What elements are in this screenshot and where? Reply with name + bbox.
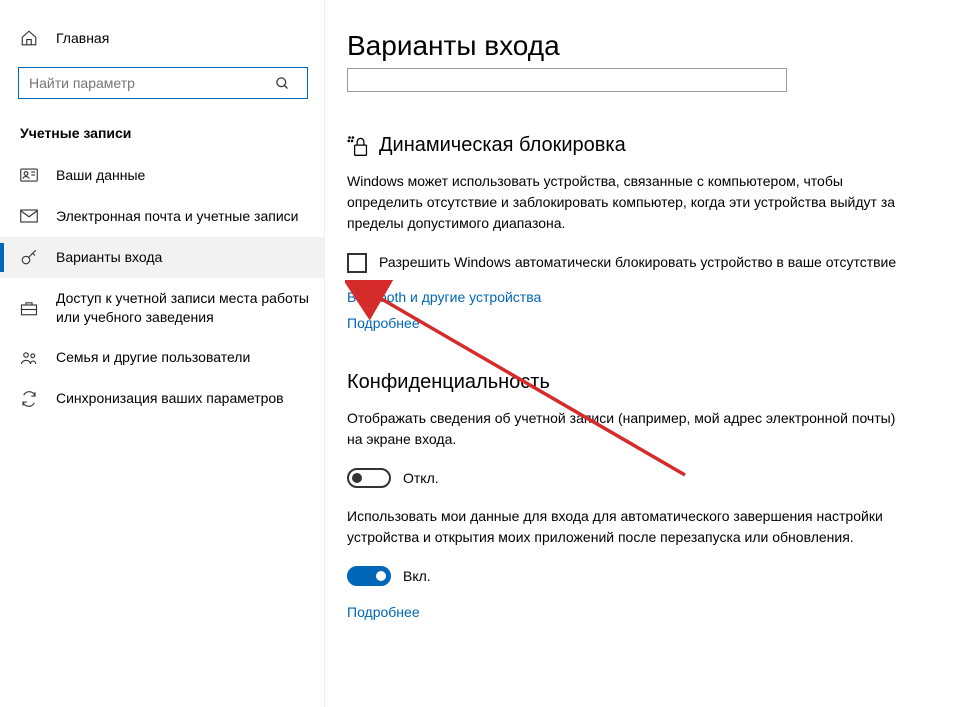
privacy-use-signin-toggle-row: Вкл. <box>347 566 932 586</box>
sidebar-item-label: Ваши данные <box>56 166 314 185</box>
sidebar-nav: Ваши данные Электронная почта и учетные … <box>0 155 324 419</box>
privacy-use-signin-toggle[interactable] <box>347 566 391 586</box>
privacy-use-signin-desc: Использовать мои данные для входа для ав… <box>347 506 907 548</box>
dynamic-lock-description: Windows может использовать устройства, с… <box>347 171 907 234</box>
sidebar-item-work-school[interactable]: Доступ к учетной записи места работы или… <box>0 278 324 338</box>
sidebar-item-label: Варианты входа <box>56 248 314 267</box>
dynamic-lock-checkbox[interactable] <box>347 253 367 273</box>
sidebar-item-signin-options[interactable]: Варианты входа <box>0 237 324 278</box>
sidebar-item-label: Электронная почта и учетные записи <box>56 207 314 226</box>
sidebar-group-title: Учетные записи <box>18 119 324 155</box>
dynamic-lock-more-link[interactable]: Подробнее <box>347 315 932 331</box>
privacy-heading: Конфиденциальность <box>347 371 932 394</box>
dynamic-lock-icon <box>347 135 369 157</box>
page-title: Варианты входа <box>347 30 932 62</box>
privacy-show-account-toggle[interactable] <box>347 468 391 488</box>
dynamic-lock-heading: Динамическая блокировка <box>347 134 932 157</box>
sidebar-item-email-accounts[interactable]: Электронная почта и учетные записи <box>0 196 324 237</box>
privacy-show-account-desc: Отображать сведения об учетной записи (н… <box>347 408 907 450</box>
search-icon <box>275 76 307 91</box>
dropdown-cutoff[interactable] <box>347 68 787 92</box>
home-link[interactable]: Главная <box>18 25 324 67</box>
search-input-container[interactable] <box>18 67 308 99</box>
briefcase-icon <box>20 300 38 316</box>
user-badge-icon <box>20 168 38 182</box>
sidebar-item-label: Синхронизация ваших параметров <box>56 389 314 408</box>
home-icon <box>20 29 38 47</box>
dynamic-lock-checkbox-row[interactable]: Разрешить Windows автоматически блокиров… <box>347 252 907 273</box>
privacy-show-account-state: Откл. <box>403 470 439 486</box>
sidebar-item-family[interactable]: Семья и другие пользователи <box>0 337 324 378</box>
sync-icon <box>20 390 38 408</box>
sidebar-item-sync[interactable]: Синхронизация ваших параметров <box>0 378 324 419</box>
home-label: Главная <box>56 30 109 46</box>
sidebar-item-label: Семья и другие пользователи <box>56 348 314 367</box>
search-input[interactable] <box>19 75 275 91</box>
sidebar-item-label: Доступ к учетной записи места работы или… <box>56 289 314 327</box>
sidebar-item-your-info[interactable]: Ваши данные <box>0 155 324 196</box>
bluetooth-devices-link[interactable]: Bluetooth и другие устройства <box>347 289 932 305</box>
main-content: Варианты входа Динамическая блокировка W… <box>325 0 962 707</box>
family-icon <box>20 350 38 366</box>
mail-icon <box>20 209 38 223</box>
key-icon <box>20 248 38 266</box>
privacy-more-link[interactable]: Подробнее <box>347 604 932 620</box>
settings-sidebar: Главная Учетные записи Ваши данные Элект… <box>0 0 325 707</box>
dynamic-lock-checkbox-label: Разрешить Windows автоматически блокиров… <box>379 252 896 273</box>
privacy-use-signin-state: Вкл. <box>403 568 431 584</box>
privacy-show-account-toggle-row: Откл. <box>347 468 932 488</box>
